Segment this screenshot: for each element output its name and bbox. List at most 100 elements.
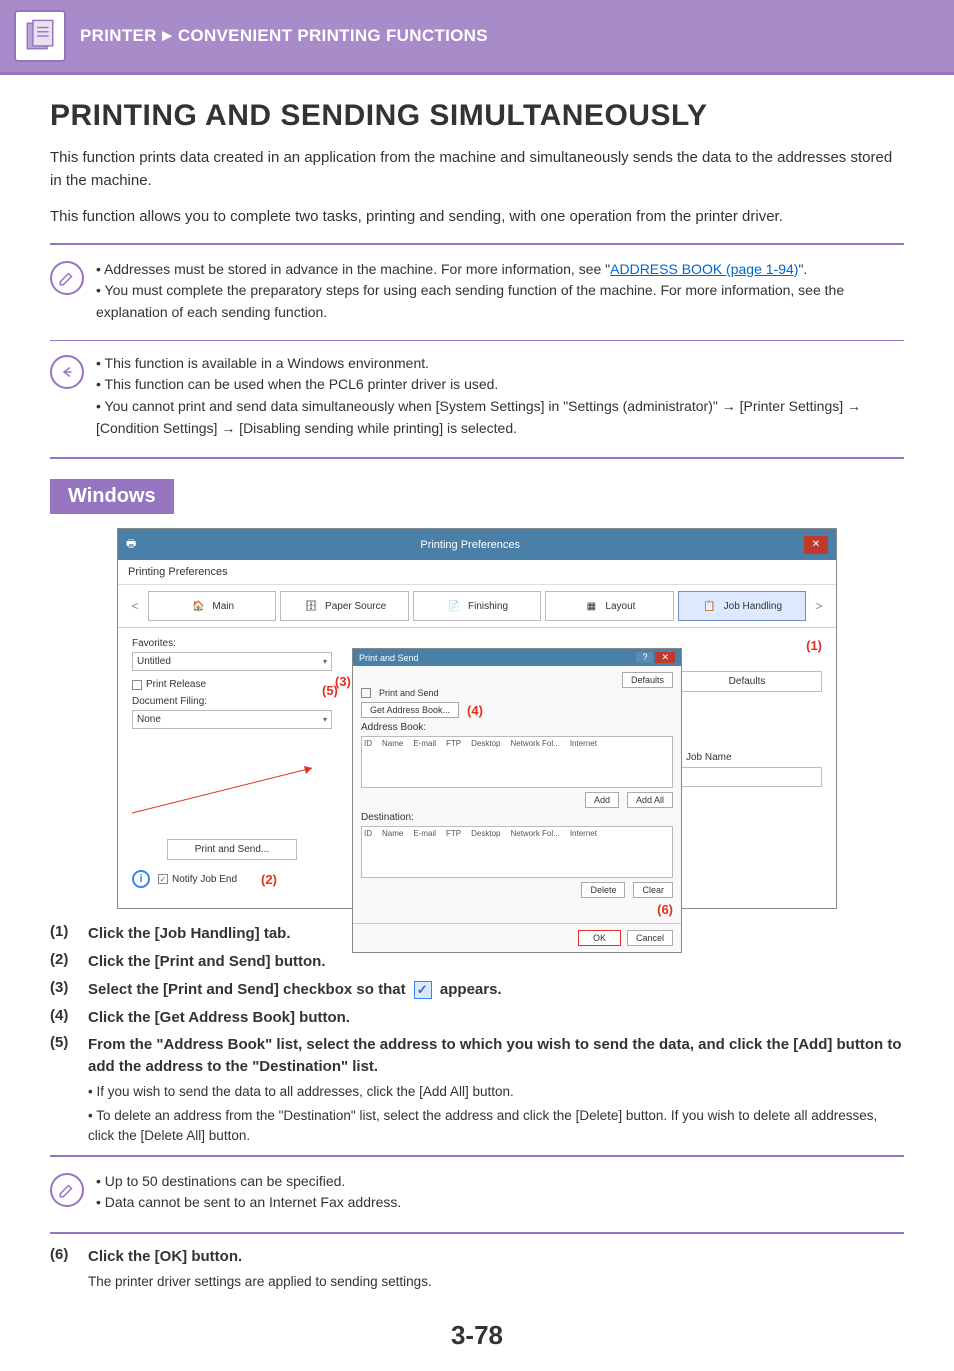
defaults-button[interactable]: Defaults — [672, 671, 822, 692]
job-name-input[interactable] — [672, 767, 822, 787]
chevron-down-icon: ▾ — [323, 657, 327, 666]
callout-4: (4) — [467, 703, 483, 718]
divider — [50, 243, 904, 245]
info-pencil-icon — [50, 261, 84, 295]
favorites-dropdown[interactable]: Untitled▾ — [132, 652, 332, 671]
print-release-checkbox[interactable] — [132, 680, 142, 690]
tab-bar: < 🏠Main 🗄Paper Source 📄Finishing ▦Layout… — [118, 585, 836, 628]
step-list-2: (6) Click the [OK] button. The printer d… — [50, 1246, 904, 1292]
doc-filing-label: Document Filing: — [132, 696, 332, 707]
chevron-left-icon[interactable]: < — [126, 599, 144, 613]
favorites-label: Favorites: — [132, 638, 332, 649]
get-address-book-button[interactable]: Get Address Book... — [361, 702, 459, 718]
tab-job-handling[interactable]: 📋Job Handling — [678, 591, 806, 621]
screenshot: 🖶 Printing Preferences ✕ Printing Prefer… — [50, 528, 904, 909]
step-6: (6) Click the [OK] button. The printer d… — [50, 1246, 904, 1292]
print-and-send-dialog: Print and Send ?✕ Defaults Print and Sen… — [352, 648, 682, 953]
window-print-icon: 🖶 — [126, 535, 136, 554]
page-header: PRINTER►CONVENIENT PRINTING FUNCTIONS — [0, 0, 954, 75]
note2-item1: This function is available in a Windows … — [96, 353, 904, 375]
print-release-label: Print Release — [146, 679, 206, 690]
chevron-down-icon: ▾ — [323, 715, 327, 724]
print-and-send-checkbox-label: Print and Send — [379, 688, 439, 698]
step-3: (3)Select the [Print and Send] checkbox … — [50, 979, 904, 1001]
page-number: 3-78 — [50, 1320, 904, 1351]
content-area: PRINTING AND SENDING SIMULTANEOUSLY This… — [0, 75, 954, 1371]
divider — [50, 340, 904, 341]
print-and-send-button[interactable]: Print and Send... — [167, 839, 297, 860]
address-book-list[interactable]: ID Name E-mail FTP Desktop Network Fol..… — [361, 736, 673, 788]
dialog-titlebar: Print and Send ?✕ — [353, 649, 681, 666]
note3-item1: Up to 50 destinations can be specified. — [96, 1171, 401, 1193]
window-subtitle: Printing Preferences — [118, 560, 836, 585]
close-icon[interactable]: ✕ — [804, 536, 828, 554]
destination-list[interactable]: ID Name E-mail FTP Desktop Network Fol..… — [361, 826, 673, 878]
window-right-column: (1) Defaults Job Name — [672, 638, 822, 894]
print-and-send-checkbox[interactable] — [361, 688, 371, 698]
delete-button[interactable]: Delete — [581, 882, 625, 898]
step-5: (5) From the "Address Book" list, select… — [50, 1034, 904, 1146]
section-label: Windows — [50, 479, 174, 514]
ok-button[interactable]: OK — [578, 930, 621, 946]
note2-item2: This function can be used when the PCL6 … — [96, 374, 904, 396]
note2-item3: You cannot print and send data simultane… — [96, 396, 904, 439]
printing-preferences-window: 🖶 Printing Preferences ✕ Printing Prefer… — [117, 528, 837, 909]
info-icon: i — [132, 870, 150, 888]
step-list: (1)Click the [Job Handling] tab. (2)Clic… — [50, 923, 904, 1146]
address-book-link[interactable]: ADDRESS BOOK (page 1-94) — [610, 261, 798, 277]
doc-filing-dropdown[interactable]: None▾ — [132, 710, 332, 729]
intro-paragraph-1: This function prints data created in an … — [50, 147, 904, 192]
job-name-label: Job Name — [686, 752, 732, 763]
callout-3: (3) — [335, 674, 351, 689]
destination-label: Destination: — [361, 812, 673, 823]
callout-2: (2) — [261, 872, 277, 887]
chevron-right-icon[interactable]: > — [810, 599, 828, 613]
callout-6: (6) — [657, 902, 673, 917]
note1-item2: You must complete the preparatory steps … — [96, 280, 904, 323]
checkmark-icon — [414, 981, 432, 999]
step5-sub2: • To delete an address from the "Destina… — [88, 1106, 904, 1147]
note3-item2: Data cannot be sent to an Internet Fax a… — [96, 1192, 401, 1214]
dialog-close-icon[interactable]: ?✕ — [636, 652, 675, 663]
note-block-1: Addresses must be stored in advance in t… — [50, 253, 904, 334]
printer-doc-icon — [23, 19, 57, 53]
tab-paper-source[interactable]: 🗄Paper Source — [280, 591, 408, 621]
note1-item1: Addresses must be stored in advance in t… — [96, 259, 904, 281]
divider — [50, 457, 904, 459]
divider — [50, 1232, 904, 1234]
intro-paragraph-2: This function allows you to complete two… — [50, 206, 904, 229]
page-icon: 📄 — [446, 598, 462, 614]
window-left-column: Favorites: Untitled▾ Print Release Docum… — [132, 638, 332, 894]
tray-icon: 🗄 — [303, 598, 319, 614]
window-body: Favorites: Untitled▾ Print Release Docum… — [118, 628, 836, 908]
step-2: (2)Click the [Print and Send] button. — [50, 951, 904, 973]
breadcrumb-leaf: CONVENIENT PRINTING FUNCTIONS — [178, 26, 488, 45]
no-return-icon — [50, 355, 84, 389]
dialog-body: Defaults Print and Send (3) Get Address … — [353, 666, 681, 923]
divider — [50, 1155, 904, 1157]
add-button[interactable]: Add — [585, 792, 619, 808]
page-title: PRINTING AND SENDING SIMULTANEOUSLY — [50, 99, 904, 133]
info-pencil-icon — [50, 1173, 84, 1207]
address-book-label: Address Book: — [361, 722, 673, 733]
tab-finishing[interactable]: 📄Finishing — [413, 591, 541, 621]
note-block-3: Up to 50 destinations can be specified. … — [50, 1165, 904, 1224]
callout-1: (1) — [806, 638, 822, 653]
window-title: Printing Preferences — [420, 539, 520, 551]
chevron-right-icon: ► — [159, 26, 176, 45]
dialog-defaults-button[interactable]: Defaults — [622, 672, 673, 688]
breadcrumb: PRINTER►CONVENIENT PRINTING FUNCTIONS — [80, 26, 488, 46]
job-icon: 📋 — [702, 598, 718, 614]
add-all-button[interactable]: Add All — [627, 792, 673, 808]
breadcrumb-root: PRINTER — [80, 26, 157, 45]
grid-icon: ▦ — [583, 598, 599, 614]
window-mid-column: (5) Print and Send ?✕ Defaults Print and… — [352, 638, 652, 894]
tab-layout[interactable]: ▦Layout — [545, 591, 673, 621]
clear-button[interactable]: Clear — [633, 882, 673, 898]
tab-main[interactable]: 🏠Main — [148, 591, 276, 621]
notify-job-end-checkbox[interactable]: ✓ — [158, 874, 168, 884]
window-titlebar: 🖶 Printing Preferences ✕ — [118, 529, 836, 560]
note-block-2: This function is available in a Windows … — [50, 347, 904, 450]
dialog-footer: OK Cancel — [353, 923, 681, 952]
cancel-button[interactable]: Cancel — [627, 930, 673, 946]
